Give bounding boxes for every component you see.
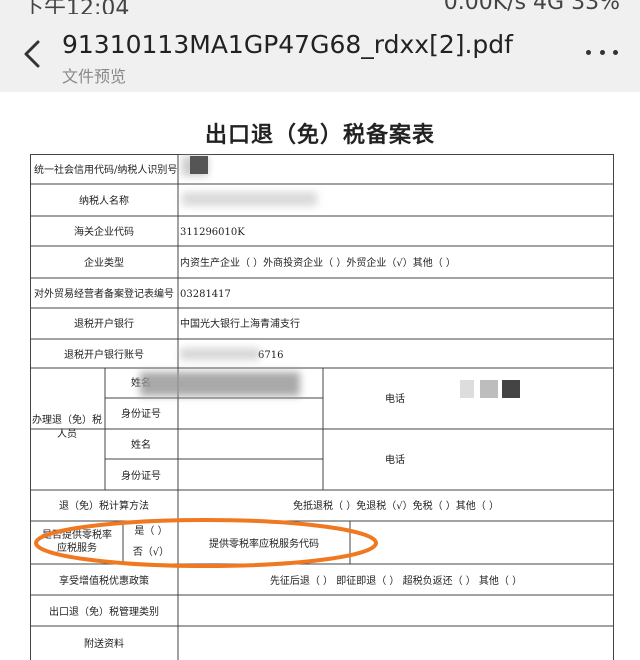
zero-rate-label-line2: 应税服务 — [57, 541, 97, 554]
file-preview-subtitle: 文件预览 — [62, 67, 127, 86]
more-dot-icon — [613, 49, 618, 55]
status-time: 下午12:04 — [22, 0, 130, 14]
status-indicators: 0.00K/s 4G 33% — [444, 0, 620, 14]
back-button[interactable] — [14, 34, 50, 74]
customs-code-label: 海关企业代码 — [74, 225, 134, 238]
bank-value: 中国光大银行上海青浦支行 — [180, 317, 300, 330]
enterprise-type-value: 内资生产企业（ ）外商投资企业（ ）外贸企业（√）其他（ ） — [180, 256, 456, 269]
calc-method-value: 免抵退税（ ）免退税（√）免税（ ）其他（ ） — [293, 499, 499, 512]
taxpayer-name-label: 纳税人名称 — [79, 194, 129, 207]
bank-label: 退税开户银行 — [74, 317, 134, 330]
id-label: 身份证号 — [121, 469, 161, 482]
yes-option: 是（ ） — [134, 525, 167, 537]
account-label: 退税开户银行账号 — [64, 348, 144, 361]
mgmt-category-label: 出口退（免）税管理类别 — [49, 605, 159, 618]
foreign-trade-value: 03281417 — [180, 289, 231, 300]
attachments-label: 附送资料 — [84, 637, 124, 650]
more-menu-button[interactable] — [586, 42, 618, 62]
signal-indicator: 4G — [533, 0, 565, 14]
filing-form-table: 统一社会信用代码/纳税人识别号 纳税人名称 海关企业代码 311296010K … — [30, 154, 614, 660]
status-bar: 下午12:04 0.00K/s 4G 33% — [0, 0, 640, 14]
chevron-left-icon — [24, 40, 40, 68]
handler-label-line1: 办理退（免）税 — [32, 413, 102, 426]
enterprise-type-label: 企业类型 — [84, 256, 124, 269]
title-bar: 91310113MA1GP47G68_rdxx[2].pdf 文件预览 — [0, 14, 640, 92]
handler-label-line2: 人员 — [57, 428, 77, 440]
zero-rate-code-label: 提供零税率应税服务代码 — [209, 537, 319, 550]
document-preview[interactable]: 出口退（免）税备案表 统一社会信用代码/纳税人识别号 纳税人名称 海关企业代码 … — [0, 92, 640, 660]
redaction-marks — [140, 156, 520, 398]
no-option: 否（√） — [133, 546, 169, 558]
phone-label: 电话 — [385, 453, 405, 466]
document-title: 出口退（免）税备案表 — [204, 122, 435, 148]
file-title: 91310113MA1GP47G68_rdxx[2].pdf — [62, 30, 513, 59]
id-label: 身份证号 — [121, 407, 161, 420]
phone-label: 电话 — [385, 392, 405, 405]
account-value: 6716 — [258, 350, 283, 361]
vat-label: 享受增值税优惠政策 — [59, 574, 149, 587]
name-label: 姓名 — [131, 438, 151, 451]
battery-level: 33% — [571, 0, 620, 14]
foreign-trade-label: 对外贸易经营者备案登记表编号 — [34, 287, 174, 300]
network-speed: 0.00K/s — [443, 0, 527, 14]
more-dot-icon — [599, 49, 605, 55]
credit-code-label: 统一社会信用代码/纳税人识别号 — [34, 163, 177, 176]
customs-code-value: 311296010K — [180, 227, 245, 238]
more-dot-icon — [586, 49, 591, 55]
calc-method-label: 退（免）税计算方法 — [59, 499, 149, 512]
vat-value: 先征后退（ ） 即征即退（ ） 超税负返还（ ） 其他（ ） — [270, 574, 522, 587]
